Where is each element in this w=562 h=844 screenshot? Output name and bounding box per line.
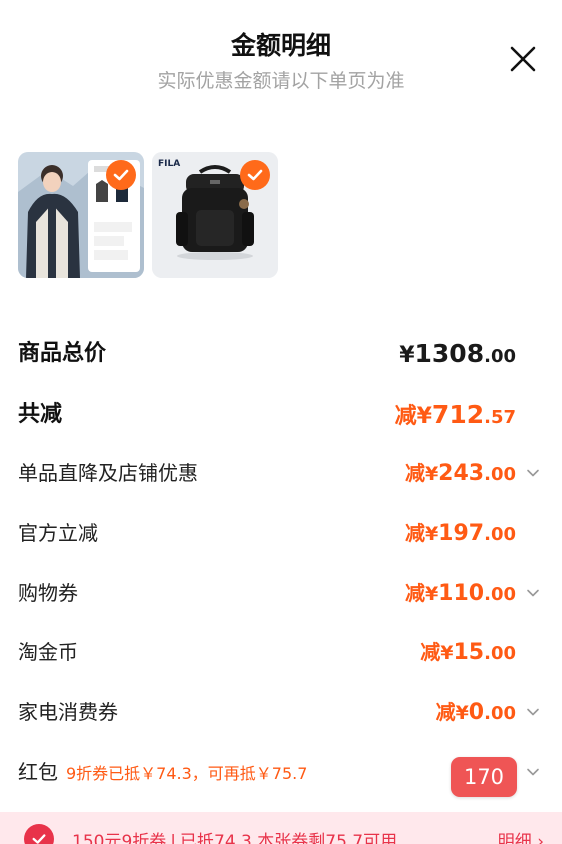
discount-int: 110 [438, 581, 485, 606]
total-price-label: 商品总价 [18, 341, 107, 366]
discount-value: 减¥110.00 [405, 573, 516, 615]
discount-dec: .00 [484, 584, 516, 605]
coupon-separator: | [170, 832, 176, 844]
discount-dec: .00 [484, 703, 516, 724]
total-dec: .00 [484, 346, 516, 367]
discount-label: 红包 [18, 760, 58, 784]
discount-label: 购物券 [18, 581, 78, 605]
discount-int: 15 [453, 640, 485, 665]
discount-int: 197 [438, 521, 485, 546]
coupon-check-icon[interactable] [24, 824, 54, 844]
discount-dec: .00 [484, 524, 516, 545]
redpacket-note: 9折券已抵￥74.3，可再抵￥75.7 [66, 764, 308, 783]
total-reduce-value: 减¥712.57 [395, 395, 516, 438]
discount-label: 淘金币 [18, 640, 78, 664]
close-icon[interactable] [506, 42, 540, 76]
total-reduce-label: 共减 [18, 402, 63, 427]
coupon-name: 150元9折券 [72, 832, 167, 844]
discount-row-official: 官方立减 减¥197.00 [0, 513, 562, 553]
discount-prefix: 减 [420, 640, 441, 664]
product-thumb-backpack[interactable]: FILA [152, 152, 278, 278]
discount-yen: ¥ [424, 463, 439, 485]
product-thumbnails: FILA [18, 152, 278, 278]
coupon-detail-link[interactable]: 明细 › [498, 827, 544, 844]
discount-prefix: 减 [404, 581, 425, 605]
discount-yen: ¥ [424, 583, 439, 605]
discount-value: 减¥243.00 [405, 453, 516, 495]
discount-label: 单品直降及店铺优惠 [18, 461, 198, 485]
page-title: 金额明细 [230, 31, 331, 60]
discount-yen: ¥ [424, 523, 439, 545]
discount-yen: ¥ [440, 642, 454, 664]
discount-value: 减¥15.00 [420, 632, 516, 674]
product-thumb-jacket[interactable] [18, 152, 144, 278]
reduce-yen: ¥ [416, 404, 432, 429]
chevron-down-icon[interactable] [526, 586, 540, 600]
discount-row-appliance[interactable]: 家电消费券 减¥0.00 [0, 692, 562, 732]
discount-prefix: 减 [404, 521, 425, 545]
discount-prefix: 减 [404, 461, 425, 485]
brand-logo: FILA [158, 159, 180, 169]
chevron-down-icon[interactable] [526, 466, 540, 480]
discount-row-voucher[interactable]: 购物券 减¥110.00 [0, 573, 562, 613]
selected-check-icon[interactable] [240, 160, 270, 190]
discount-label: 官方立减 [18, 521, 98, 545]
reduce-int: 712 [431, 400, 485, 429]
discount-label-wrap: 红包 9折券已抵￥74.3，可再抵￥75.7 [18, 752, 307, 794]
discount-value: 减¥197.00 [405, 513, 516, 555]
chevron-down-icon[interactable] [526, 705, 540, 719]
total-int: 1308 [414, 339, 485, 368]
reduce-prefix: 减 [394, 404, 417, 429]
total-price-value: ¥1308.00 [399, 334, 516, 377]
total-price-row: 商品总价 ¥1308.00 [0, 334, 562, 374]
discount-label: 家电消费券 [18, 700, 118, 724]
reduce-dec: .57 [484, 407, 516, 428]
page-subtitle: 实际优惠金额请以下单页为准 [157, 70, 405, 92]
coupon-text: 150元9折券 | 已抵74.3 本张券剩75.7可用 [72, 827, 397, 844]
header: 金额明细 实际优惠金额请以下单页为准 [0, 0, 562, 100]
discount-dec: .00 [484, 464, 516, 485]
total-yen: ¥ [399, 343, 415, 368]
discount-row-coins: 淘金币 减¥15.00 [0, 632, 562, 672]
discount-dec: .00 [484, 643, 516, 664]
discount-yen: ¥ [455, 702, 469, 724]
total-reduce-row: 共减 减¥712.57 [0, 395, 562, 435]
floating-count-badge[interactable]: 170 [451, 757, 517, 797]
discount-row-store[interactable]: 单品直降及店铺优惠 减¥243.00 [0, 453, 562, 493]
discount-value: 减¥0.00 [436, 692, 516, 734]
selected-check-icon[interactable] [106, 160, 136, 190]
coupon-remaining: 已抵74.3 本张券剩75.7可用 [180, 832, 398, 844]
discount-int: 0 [468, 700, 485, 725]
discount-int: 243 [438, 461, 485, 486]
coupon-bar[interactable]: 150元9折券 | 已抵74.3 本张券剩75.7可用 明细 › [0, 812, 562, 844]
chevron-down-icon[interactable] [526, 765, 540, 779]
discount-prefix: 减 [435, 700, 456, 724]
